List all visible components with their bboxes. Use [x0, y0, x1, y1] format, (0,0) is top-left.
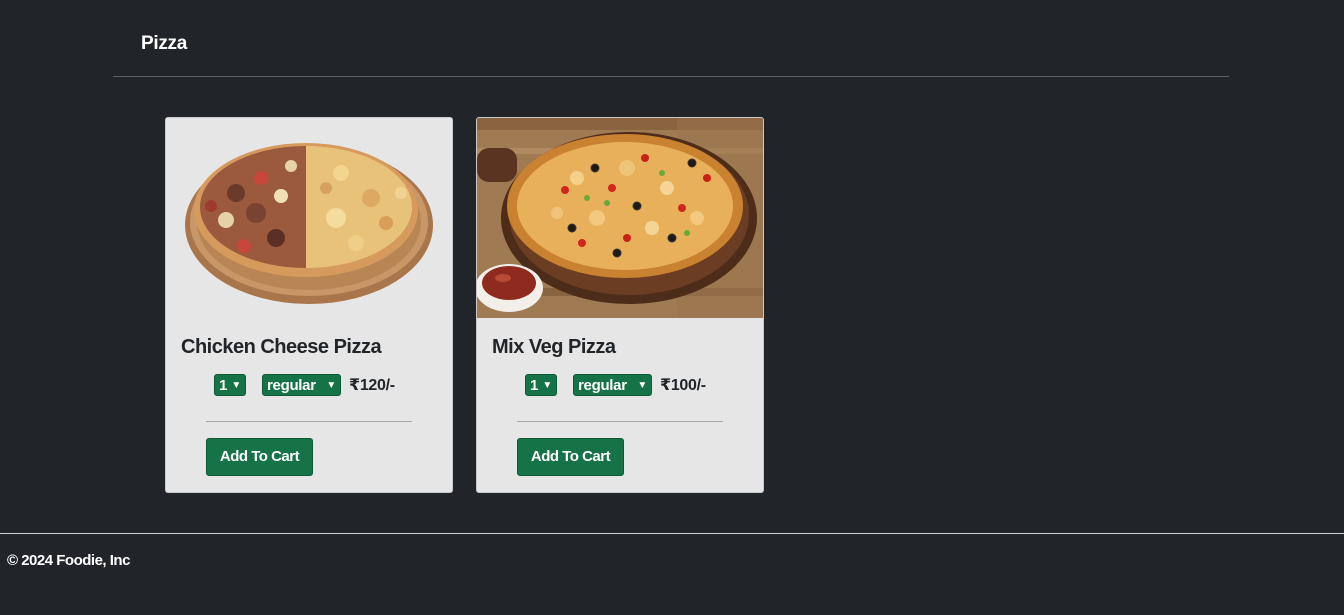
card-divider: [206, 421, 412, 422]
quantity-select[interactable]: 1 ▼: [525, 374, 557, 396]
quantity-value: 1: [219, 377, 228, 394]
chevron-down-icon: ▼: [637, 380, 647, 391]
mix-veg-pizza-image[interactable]: [477, 118, 763, 318]
footer-divider: [0, 533, 1344, 534]
product-price: ₹120/-: [349, 377, 395, 394]
footer-copyright: © 2024 Foodie, Inc: [7, 552, 130, 569]
add-to-cart-button[interactable]: Add To Cart: [206, 438, 313, 476]
quantity-value: 1: [530, 377, 539, 394]
chevron-down-icon: ▼: [326, 380, 336, 391]
category-divider: [113, 76, 1229, 77]
chevron-down-icon: ▼: [542, 380, 552, 391]
product-price: ₹100/-: [660, 377, 706, 394]
size-value: regular: [267, 377, 316, 394]
card-divider: [517, 421, 723, 422]
category-title: Pizza: [141, 33, 188, 54]
quantity-select[interactable]: 1 ▼: [214, 374, 246, 396]
product-name: Chicken Cheese Pizza: [181, 336, 382, 358]
size-value: regular: [578, 377, 627, 394]
page: Pizza Chicken Cheese Pizza 1 ▼ regular ▼…: [0, 0, 1344, 615]
add-to-cart-button[interactable]: Add To Cart: [517, 438, 624, 476]
product-name: Mix Veg Pizza: [492, 336, 616, 358]
size-select[interactable]: regular ▼: [262, 374, 341, 396]
product-card: Mix Veg Pizza 1 ▼ regular ▼ ₹100/- Add T…: [476, 117, 764, 493]
size-select[interactable]: regular ▼: [573, 374, 652, 396]
product-card: Chicken Cheese Pizza 1 ▼ regular ▼ ₹120/…: [165, 117, 453, 493]
chevron-down-icon: ▼: [231, 380, 241, 391]
chicken-cheese-pizza-image[interactable]: [166, 118, 452, 318]
